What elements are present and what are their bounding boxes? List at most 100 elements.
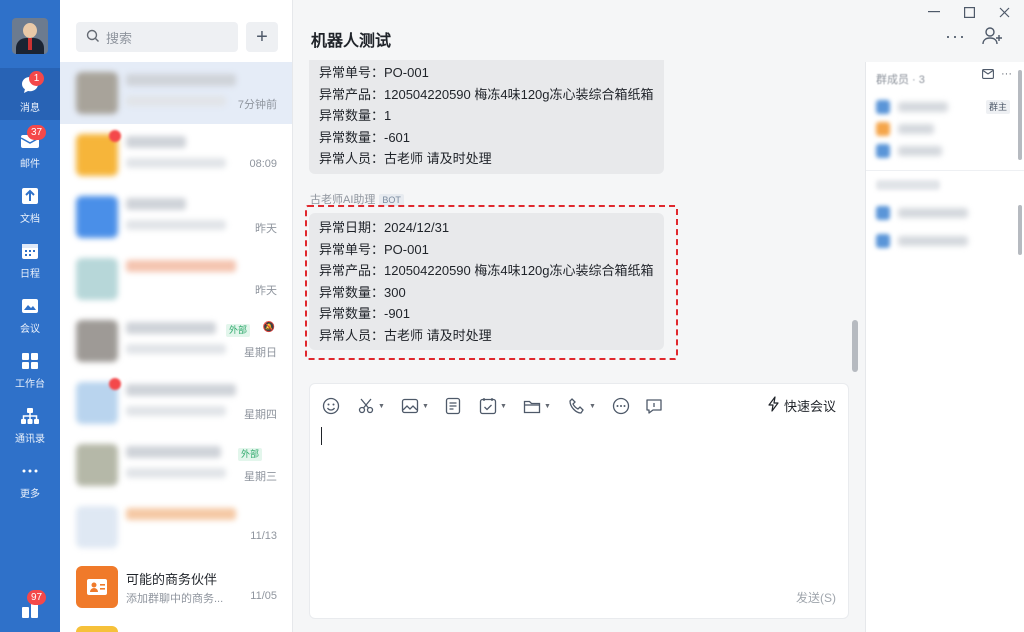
org-chart-icon	[19, 405, 41, 427]
conversation-avatar	[76, 258, 118, 300]
rail-item-calendar[interactable]: 日程	[0, 234, 60, 286]
more-options-icon[interactable]: ···	[945, 26, 966, 47]
owner-tag: 群主	[986, 100, 1011, 114]
conversation-list: 搜索 + 7分钟前 08:09 昨天 昨天 外部 🔕 星期日 星期四 外部 星期…	[60, 0, 293, 632]
conversation-time: 08:09	[249, 158, 277, 170]
screenshot-scissors-icon[interactable]: ▼	[357, 396, 385, 416]
quick-meeting-button[interactable]: 快速会议	[767, 396, 836, 415]
member-name	[898, 146, 942, 156]
minimize-icon[interactable]	[924, 4, 944, 20]
search-input[interactable]: 搜索	[76, 22, 238, 52]
rail-item-bottom-app[interactable]: 97	[0, 584, 60, 632]
add-member-icon[interactable]	[982, 26, 1004, 49]
member-avatar	[876, 144, 890, 158]
message-line: 异常产品：120504220590 梅冻4味120g冻心装综合箱纸箱	[319, 86, 654, 102]
panel-actions: ···	[981, 68, 1012, 80]
section-title	[876, 180, 940, 190]
member-name	[898, 208, 968, 218]
conversation-preview: 添加群聊中的商务...	[126, 593, 224, 605]
conversation-avatar	[76, 196, 118, 238]
conversation-preview	[126, 96, 226, 106]
conversation-item[interactable]: 外部 🔕 星期日	[60, 310, 292, 372]
conversation-name: 可能的商务伙伴	[126, 572, 218, 587]
conversation-item[interactable]: 11/13	[60, 496, 292, 558]
rail-label-docs: 文档	[20, 214, 40, 225]
folder-icon[interactable]: ▼	[523, 396, 551, 416]
member-avatar	[876, 234, 890, 248]
more-circle-icon[interactable]	[612, 396, 630, 416]
panel-scrollbar[interactable]	[1018, 70, 1022, 160]
envelope-icon[interactable]	[981, 68, 997, 80]
rail-item-more[interactable]: 更多	[0, 454, 60, 506]
message-line: 异常人员：古老师 请及时处理	[319, 151, 492, 166]
conversation-item-business-partners[interactable]: 可能的商务伙伴 添加群聊中的商务... 11/05	[60, 556, 292, 618]
member-avatar	[876, 206, 890, 220]
external-tag: 外部	[226, 324, 251, 337]
document-icon[interactable]	[445, 396, 461, 416]
send-button[interactable]: 发送(S)	[796, 589, 836, 606]
conversation-item[interactable]: 外部 星期三	[60, 434, 292, 496]
rail-item-contacts[interactable]: 通讯录	[0, 399, 60, 451]
rail-label-meeting: 会议	[20, 324, 40, 335]
rail-label-mail: 邮件	[20, 159, 40, 170]
member-panel: 群成员 · 3 ··· 群主	[865, 62, 1024, 632]
add-button[interactable]: +	[246, 22, 278, 52]
message-line: 异常单号：PO-001	[319, 65, 429, 80]
conversation-name	[126, 198, 186, 210]
highlight-annotation-box	[305, 205, 678, 360]
conversation-name	[126, 446, 221, 458]
more-dots-icon[interactable]: ···	[1001, 68, 1012, 80]
phone-icon[interactable]: ▼	[568, 396, 596, 416]
panel-scrollbar[interactable]	[1018, 205, 1022, 255]
meeting-icon	[19, 295, 41, 317]
rail-item-mail[interactable]: 邮件 37	[0, 124, 60, 176]
emoji-icon[interactable]	[322, 396, 340, 416]
message-line: 异常数量：1	[319, 108, 392, 123]
conversation-avatar	[76, 72, 118, 114]
conversation-name	[126, 384, 236, 396]
member-name	[898, 124, 934, 134]
conversation-item[interactable]: 昨天	[60, 248, 292, 310]
unread-badge	[109, 378, 121, 390]
conversation-avatar-partial	[76, 626, 118, 632]
conversation-time: 11/05	[250, 590, 277, 602]
maximize-icon[interactable]	[959, 4, 979, 20]
rail-item-messages[interactable]: 消息 1	[0, 68, 60, 120]
conversation-item[interactable]: 08:09	[60, 124, 292, 186]
conversation-avatar	[76, 506, 118, 548]
rail-item-workbench[interactable]: 工作台	[0, 344, 60, 396]
conversation-name	[126, 260, 236, 272]
conversation-time: 7分钟前	[237, 99, 277, 111]
conversation-name	[126, 74, 236, 86]
image-icon[interactable]: ▼	[401, 396, 429, 416]
chat-scrollbar[interactable]	[852, 320, 858, 372]
message-composer[interactable]: ▼ ▼ ▼ ▼ ▼ 快速会议 发送(S)	[309, 383, 849, 619]
rail-label-more: 更多	[20, 489, 40, 500]
conversation-item[interactable]: 昨天	[60, 186, 292, 248]
quote-message-icon[interactable]	[645, 396, 663, 416]
rail-item-docs[interactable]: 文档	[0, 179, 60, 231]
conversation-item[interactable]: 7分钟前	[60, 62, 292, 124]
calendar-icon	[19, 240, 41, 262]
chat-title: 机器人测试	[311, 33, 392, 50]
left-rail: 消息 1 邮件 37 文档 日程 会议 工作台 通讯录 更多 97	[0, 0, 60, 632]
message-bubble: 异常单号：PO-001 异常产品：120504220590 梅冻4味120g冻心…	[309, 60, 664, 174]
conversation-name	[126, 322, 216, 334]
conversation-avatar	[76, 444, 118, 486]
external-tag: 外部	[238, 448, 263, 461]
mute-bell-icon: 🔕	[262, 322, 275, 333]
conversation-avatar	[76, 320, 118, 362]
grid-icon	[19, 350, 41, 372]
conversation-preview	[126, 344, 226, 354]
conversation-time: 11/13	[250, 530, 277, 542]
conversation-item[interactable]: 星期四	[60, 372, 292, 434]
rail-item-meeting[interactable]: 会议	[0, 289, 60, 341]
conversation-preview	[126, 468, 226, 478]
close-icon[interactable]	[994, 4, 1014, 20]
rail-label-messages: 消息	[20, 103, 40, 114]
message-line: 异常数量：-601	[319, 129, 411, 145]
conversation-time: 昨天	[255, 285, 277, 297]
task-check-icon[interactable]: ▼	[479, 396, 507, 416]
user-avatar[interactable]	[12, 18, 48, 54]
conversation-preview	[126, 158, 226, 168]
